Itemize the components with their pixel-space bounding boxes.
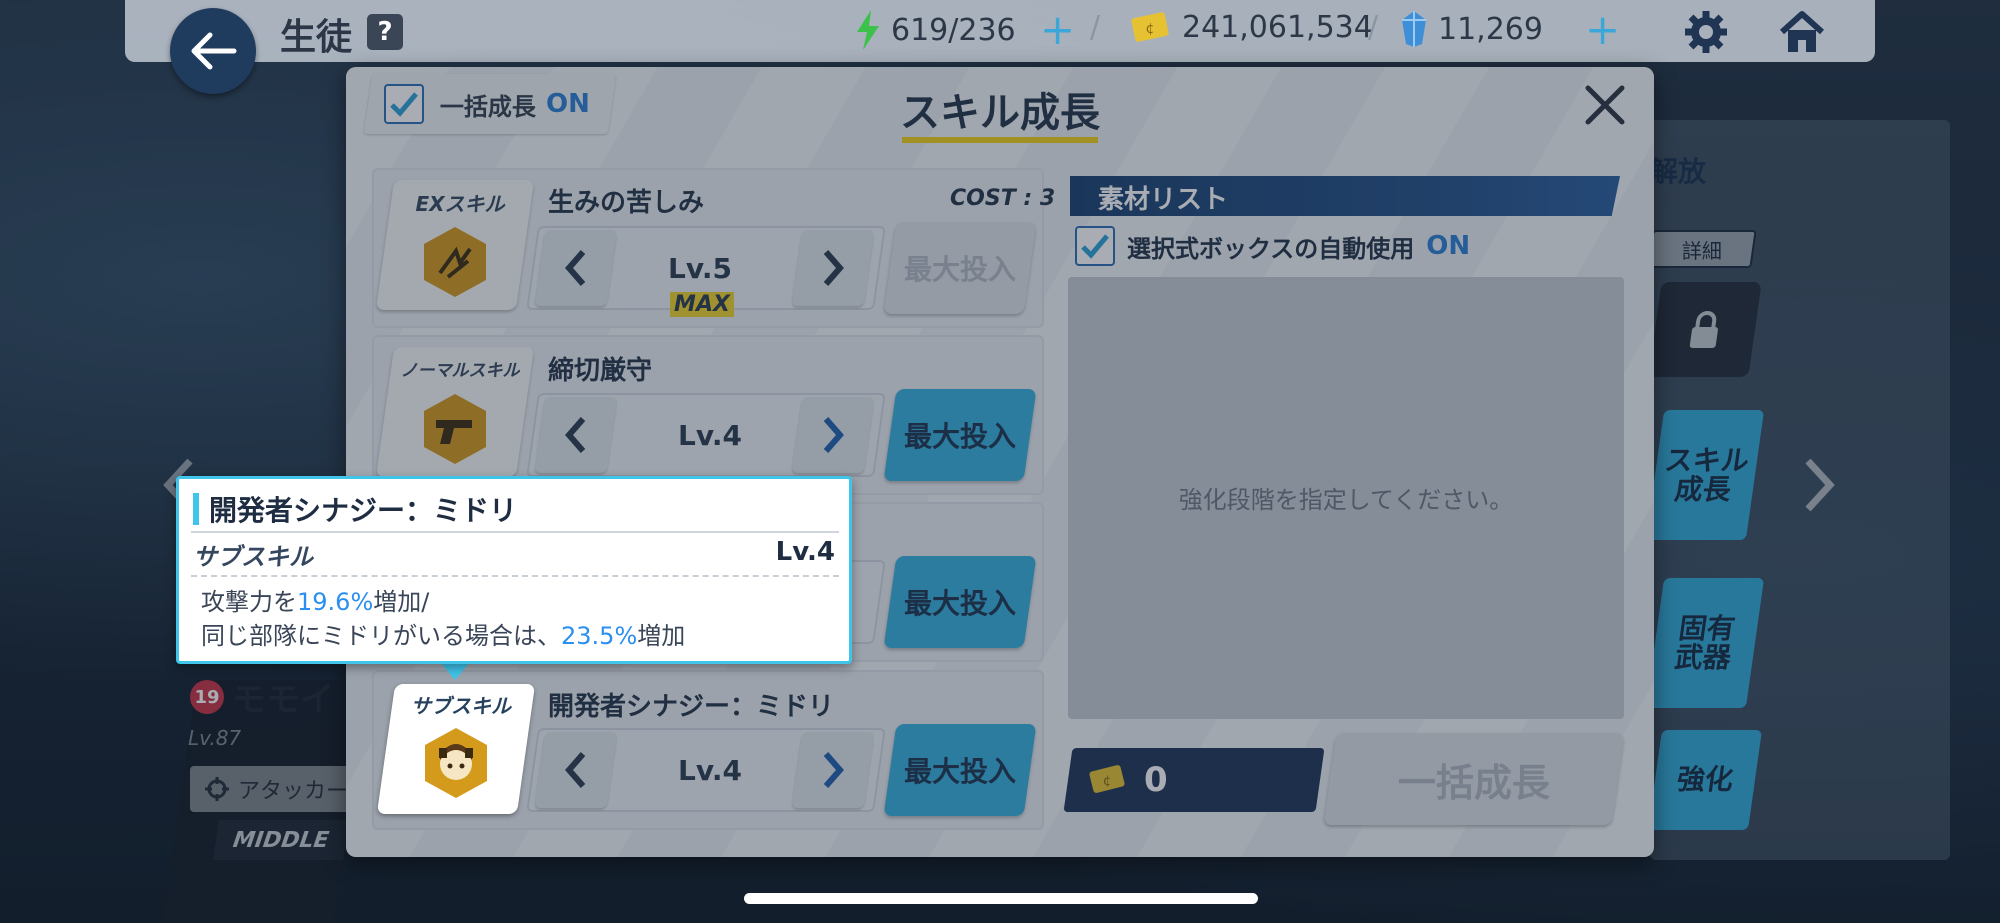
- home-icon[interactable]: [1778, 10, 1826, 54]
- help-button[interactable]: ?: [367, 14, 403, 50]
- sub-skill-icon: [425, 728, 487, 798]
- page-title: 生徒: [280, 17, 353, 58]
- ap-add-button[interactable]: +: [1040, 9, 1075, 51]
- tooltip-skill-type: サブスキル: [193, 543, 313, 571]
- pyroxene-add-button[interactable]: +: [1585, 9, 1620, 51]
- gear-icon[interactable]: [1684, 10, 1728, 54]
- svg-text:¢: ¢: [1146, 21, 1155, 37]
- pyroxene-counter: 11,269: [1400, 10, 1543, 48]
- separator-1: /: [1090, 10, 1101, 45]
- arrow-left-icon: [191, 32, 237, 70]
- tooltip-pointer: [440, 662, 470, 680]
- credit-card-icon: ¢: [1131, 11, 1169, 42]
- home-indicator[interactable]: [744, 893, 1258, 904]
- tooltip-title: 開発者シナジー：ミドリ: [209, 494, 518, 527]
- modal-dim-overlay: [346, 67, 1654, 857]
- back-button[interactable]: [170, 8, 256, 94]
- tooltip-level: Lv.4: [775, 537, 835, 567]
- separator-2: /: [1368, 10, 1379, 45]
- credit-counter: ¢ 241,061,534: [1130, 10, 1373, 45]
- lightning-icon: [857, 10, 879, 50]
- ap-counter: 619/236: [855, 10, 1016, 50]
- sub-skill-tooltip: 開発者シナジー：ミドリ サブスキル Lv.4 攻撃力を19.6%増加/ 同じ部隊…: [176, 476, 852, 664]
- tooltip-description: 攻撃力を19.6%増加/ 同じ部隊にミドリがいる場合は、23.5%増加: [201, 588, 686, 650]
- sub-skill-type: サブスキル: [411, 694, 511, 718]
- gem-icon: [1402, 11, 1426, 47]
